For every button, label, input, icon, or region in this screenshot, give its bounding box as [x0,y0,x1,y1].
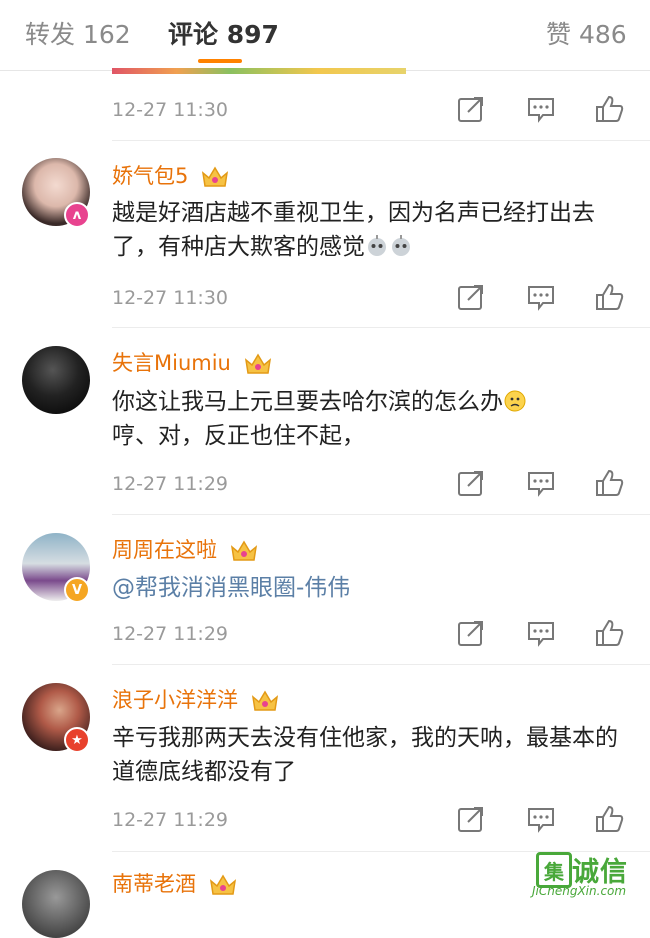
verified-star-badge-icon: ★ [64,727,90,753]
comment-meta: 12-27 11:30 [112,282,632,316]
tab-forward-count: 162 [82,20,131,49]
username-text: 周周在这啦 [112,538,217,562]
mention-link[interactable]: @帮我消消黑眼圈-伟伟 [112,575,350,601]
comment-icon[interactable] [526,804,556,834]
comment-text-content: 哼、对，反正也住不起， [112,423,365,449]
tab-active-indicator [198,59,242,63]
robot-emoji-icon [365,234,389,258]
comment-icon[interactable] [526,94,556,124]
comment-text-content: 你这让我马上元旦要去哈尔滨的怎么办 [112,389,503,415]
tab-likes[interactable]: 赞 486 [546,15,627,51]
comment-username[interactable]: 浪子小洋洋洋 [112,684,279,714]
tab-forward[interactable]: 转发 162 [25,15,131,51]
divider [112,140,650,141]
avatar[interactable] [22,870,90,938]
verified-v-badge-icon: V [64,577,90,603]
tab-likes-count: 486 [578,20,627,49]
thumbs-up-icon[interactable] [594,282,624,312]
forward-icon[interactable] [456,468,486,498]
avatar[interactable] [22,346,90,414]
username-text: 浪子小洋洋洋 [112,688,238,712]
tab-likes-label: 赞 [546,20,572,49]
divider [112,514,650,515]
comment-icon[interactable] [526,468,556,498]
forward-icon[interactable] [456,94,486,124]
divider [112,327,650,328]
robot-emoji-icon [389,234,413,258]
tab-bar: 转发 162 评论 897 赞 486 [0,0,650,71]
forward-icon[interactable] [456,804,486,834]
comment-text: 辛亏我那两天去没有住他家，我的天呐，最基本的道德底线都没有了 [112,721,632,789]
tab-comments[interactable]: 评论 897 [168,15,279,51]
tab-forward-label: 转发 [25,20,76,49]
username-text: 南蒂老酒 [112,872,196,896]
username-text: 娇气包5 [112,164,189,188]
forward-icon[interactable] [456,618,486,648]
comment-image-partial[interactable] [112,68,406,74]
tab-comments-count: 897 [226,20,279,49]
vip-crown-icon [209,874,236,895]
thumbs-up-icon[interactable] [594,468,624,498]
comment-meta: 12-27 11:29 [112,618,632,652]
divider [112,664,650,665]
thinking-emoji-icon [503,389,527,413]
vip-crown-icon [230,540,257,561]
vip-crown-icon [251,690,278,711]
comment-meta: 12-27 11:29 [112,804,632,838]
comment-icon[interactable] [526,282,556,312]
forward-icon[interactable] [456,282,486,312]
vip-crown-icon [202,166,229,187]
comment-username[interactable]: 南蒂老酒 [112,868,237,899]
comment-username[interactable]: 娇气包5 [112,160,229,190]
weibo-girl-badge-icon: ʌ [64,202,90,228]
comment-text: @帮我消消黑眼圈-伟伟 [112,571,632,605]
username-text: 失言Miumiu [112,351,231,375]
comment-text: 越是好酒店越不重视卫生，因为名声已经打出去了，有种店大欺客的感觉 [112,196,632,264]
comment-time: 12-27 11:29 [112,623,229,645]
thumbs-up-icon[interactable] [594,804,624,834]
comment-text-content: 越是好酒店越不重视卫生，因为名声已经打出去了，有种店大欺客的感觉 [112,200,595,260]
comment-username[interactable]: 失言Miumiu [112,347,272,377]
comment-username[interactable]: 周周在这啦 [112,534,258,564]
watermark-box: 集 [536,852,572,888]
thumbs-up-icon[interactable] [594,94,624,124]
thumbs-up-icon[interactable] [594,618,624,648]
watermark-logo: 集 诚信 JiChengXin.com [532,850,650,899]
comment-meta: 12-27 11:30 [112,94,632,128]
comment-time: 12-27 11:30 [112,99,229,121]
comment-time: 12-27 11:30 [112,287,229,309]
watermark-en: JiChengXin.com [532,884,627,898]
vip-crown-icon [244,353,271,374]
comment-icon[interactable] [526,618,556,648]
comment-meta: 12-27 11:29 [112,468,632,502]
tab-comments-label: 评论 [168,20,219,49]
comment-time: 12-27 11:29 [112,473,229,495]
comment-time: 12-27 11:29 [112,809,229,831]
comment-text: 你这让我马上元旦要去哈尔滨的怎么办 哼、对，反正也住不起， [112,385,632,453]
comment-text-content: 辛亏我那两天去没有住他家，我的天呐，最基本的道德底线都没有了 [112,725,618,785]
